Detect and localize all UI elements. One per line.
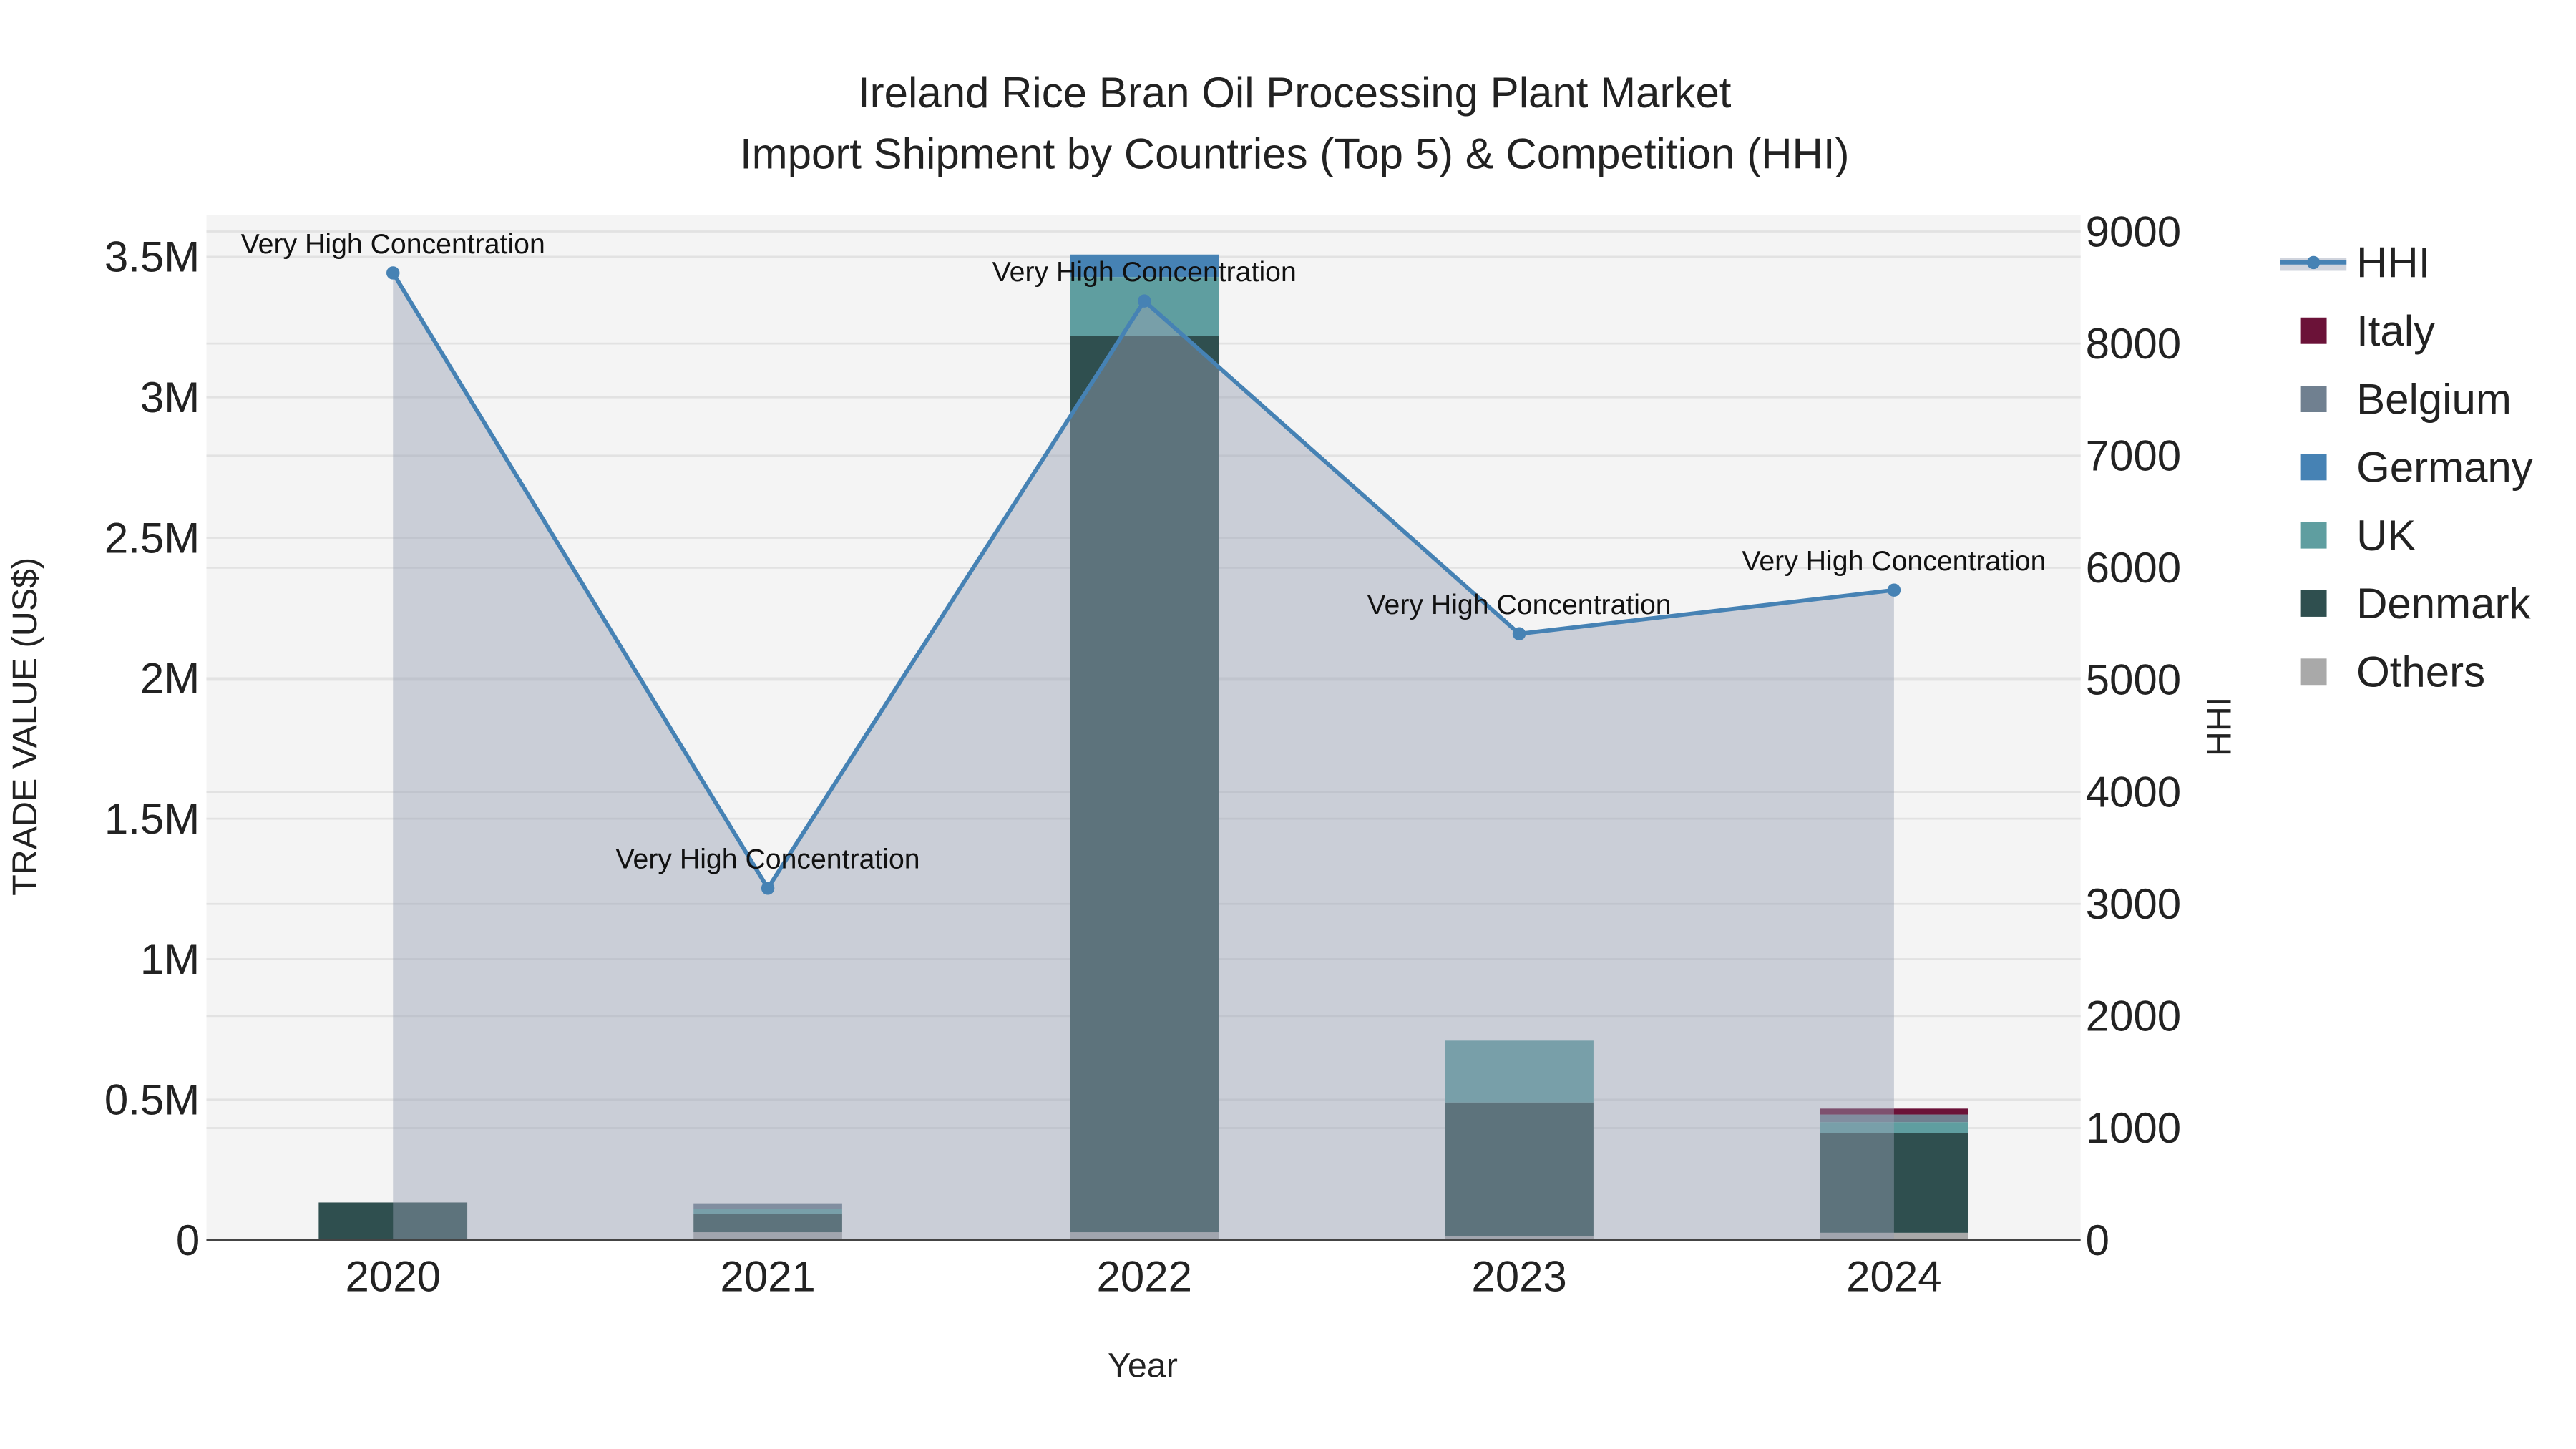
legend-swatch-denmark xyxy=(2300,590,2327,617)
legend-hhi-marker xyxy=(2306,255,2321,270)
legend-label-belgium: Belgium xyxy=(2356,375,2512,423)
legend-label-italy: Italy xyxy=(2356,307,2435,355)
hhi-point xyxy=(1887,583,1901,597)
x-axis-title: Year xyxy=(1108,1347,1178,1385)
chart-title-line2: Import Shipment by Countries (Top 5) & C… xyxy=(740,130,1850,177)
chart: Ireland Rice Bran Oil Processing Plant M… xyxy=(6,69,2533,1385)
chart-title-line1: Ireland Rice Bran Oil Processing Plant M… xyxy=(858,69,1732,117)
hhi-point xyxy=(386,266,400,280)
hhi-annotation: Very High Concentration xyxy=(616,844,920,875)
y-axis-title: TRADE VALUE (US$) xyxy=(6,557,44,896)
x-tick-label: 2022 xyxy=(1096,1253,1191,1301)
y-tick-label: 2.5M xyxy=(104,514,200,562)
hhi-point xyxy=(761,882,775,895)
legend-swatch-belgium xyxy=(2300,386,2327,412)
legend-label-denmark: Denmark xyxy=(2356,580,2531,628)
y2-tick-label: 6000 xyxy=(2086,544,2181,592)
hhi-annotation: Very High Concentration xyxy=(1367,589,1672,620)
legend-swatch-uk xyxy=(2300,522,2327,549)
hhi-annotation: Very High Concentration xyxy=(992,256,1297,288)
x-tick-label: 2023 xyxy=(1471,1253,1566,1301)
y2-tick-label: 1000 xyxy=(2086,1104,2181,1152)
y2-tick-label: 8000 xyxy=(2086,320,2181,368)
legend-label-others: Others xyxy=(2356,648,2485,696)
y-tick-label: 0.5M xyxy=(104,1076,200,1124)
legend-swatch-italy xyxy=(2300,317,2327,344)
legend-label-germany: Germany xyxy=(2356,444,2533,492)
legend-swatch-others xyxy=(2300,658,2327,686)
legend-label-hhi: HHI xyxy=(2356,239,2430,287)
y-tick-label: 1.5M xyxy=(104,795,200,843)
y2-tick-label: 5000 xyxy=(2086,656,2181,704)
x-tick-label: 2021 xyxy=(720,1253,815,1301)
y2-axis-title: HHI xyxy=(2200,697,2239,756)
y-tick-label: 0 xyxy=(176,1216,200,1264)
y-tick-label: 3M xyxy=(140,374,200,421)
y-tick-label: 3.5M xyxy=(104,233,200,281)
y2-tick-label: 9000 xyxy=(2086,208,2181,255)
y-tick-label: 2M xyxy=(140,655,200,703)
y2-tick-label: 4000 xyxy=(2086,768,2181,816)
x-tick-label: 2024 xyxy=(1846,1253,1941,1301)
y2-tick-label: 2000 xyxy=(2086,992,2181,1040)
hhi-annotation: Very High Concentration xyxy=(1742,545,2046,577)
x-tick-label: 2020 xyxy=(345,1253,440,1301)
legend-swatch-germany xyxy=(2300,454,2327,481)
hhi-point xyxy=(1138,294,1151,308)
y2-tick-label: 0 xyxy=(2086,1216,2109,1264)
y2-tick-label: 7000 xyxy=(2086,432,2181,480)
y2-tick-label: 3000 xyxy=(2086,880,2181,928)
legend-label-uk: UK xyxy=(2356,512,2416,560)
hhi-point xyxy=(1512,627,1526,640)
y-tick-label: 1M xyxy=(140,935,200,983)
hhi-annotation: Very High Concentration xyxy=(241,228,545,260)
